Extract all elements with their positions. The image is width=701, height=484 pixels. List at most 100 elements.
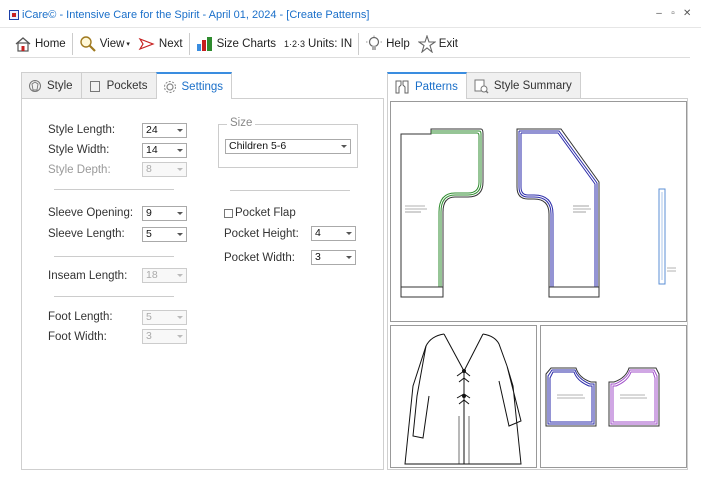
- close-button[interactable]: ✕: [683, 8, 691, 19]
- app-icon: [9, 10, 19, 20]
- garment-sketch-canvas: [404, 333, 522, 465]
- gear-icon: [163, 80, 176, 93]
- garment-sketch-pane: [390, 325, 537, 468]
- chevron-down-icon: [341, 145, 347, 148]
- toolbar: Home View ▾ Next Size Charts 1·2·3 Units…: [10, 30, 690, 58]
- view-button[interactable]: View ▾: [75, 31, 134, 57]
- foot-length-label: Foot Length:: [48, 311, 113, 323]
- style-width-value: 14: [146, 144, 158, 156]
- chevron-down-icon: [346, 232, 352, 235]
- tab-style[interactable]: Style: [21, 72, 82, 98]
- sleeve-opening-select[interactable]: 9: [142, 206, 187, 221]
- divider: [54, 256, 174, 257]
- inseam-length-select[interactable]: 18: [142, 268, 187, 283]
- pocket-piece-left: [545, 367, 597, 427]
- chevron-down-icon: [177, 274, 183, 277]
- size-charts-button[interactable]: Size Charts: [192, 31, 280, 57]
- size-select[interactable]: Children 5-6: [225, 139, 351, 154]
- style-length-label: Style Length:: [48, 124, 116, 136]
- sleeve-opening-label: Sleeve Opening:: [48, 207, 134, 219]
- divider: [54, 296, 174, 297]
- lightbulb-icon: [366, 35, 383, 50]
- view-label: View: [99, 37, 125, 50]
- units-icon: 1·2·3: [284, 38, 306, 49]
- tab-patterns-label: Patterns: [415, 80, 458, 93]
- maximize-button[interactable]: ▫: [669, 8, 677, 19]
- sleeve-pattern-piece: [658, 188, 676, 285]
- pattern-pieces-canvas: [400, 128, 676, 298]
- pocket-pieces-canvas: [545, 367, 660, 427]
- size-chart-icon: [196, 36, 212, 51]
- style-width-select[interactable]: 14: [142, 143, 187, 158]
- pocket-pieces-pane: [540, 325, 687, 468]
- chevron-down-icon: [177, 233, 183, 236]
- pocket-flap-checkbox[interactable]: [224, 209, 233, 218]
- style-depth-select[interactable]: 8: [142, 162, 187, 177]
- magnifier-icon: [79, 35, 96, 52]
- window-controls: – ▫ ✕: [655, 8, 691, 19]
- tab-pockets-label: Pockets: [106, 79, 148, 92]
- chevron-down-icon: [346, 256, 352, 259]
- sleeve-length-select[interactable]: 5: [142, 227, 187, 242]
- tab-settings[interactable]: Settings: [155, 72, 233, 99]
- pocket-height-value: 4: [315, 227, 321, 239]
- style-width-label: Style Width:: [48, 144, 110, 156]
- toolbar-separator: [71, 32, 73, 55]
- inseam-length-value: 18: [146, 269, 158, 281]
- back-pattern-piece: [516, 128, 600, 298]
- tab-settings-label: Settings: [181, 80, 224, 93]
- help-button[interactable]: Help: [361, 31, 414, 57]
- window-title: iCare© - Intensive Care for the Spirit -…: [22, 9, 370, 21]
- foot-length-select[interactable]: 5: [142, 310, 187, 325]
- help-label: Help: [386, 37, 410, 50]
- divider: [230, 190, 350, 191]
- tab-style-label: Style: [47, 79, 73, 92]
- minimize-button[interactable]: –: [655, 8, 663, 19]
- chevron-down-icon: [177, 335, 183, 338]
- style-summary-icon: [474, 79, 489, 93]
- style-length-value: 24: [146, 124, 158, 136]
- front-pattern-piece: [400, 128, 484, 298]
- pocket-height-select[interactable]: 4: [311, 226, 356, 241]
- style-depth-label: Style Depth:: [48, 164, 111, 176]
- size-group-legend: Size: [227, 117, 256, 129]
- home-button[interactable]: Home: [10, 31, 70, 57]
- pattern-pieces-pane: [390, 101, 687, 322]
- pocket-flap-label: Pocket Flap: [235, 207, 296, 219]
- right-tab-strip: Patterns Style Summary: [387, 72, 581, 99]
- pocket-width-select[interactable]: 3: [311, 250, 356, 265]
- exit-label: Exit: [438, 37, 458, 50]
- tab-patterns[interactable]: Patterns: [387, 72, 467, 99]
- chevron-down-icon: [177, 149, 183, 152]
- style-icon: [29, 79, 41, 92]
- sleeve-length-label: Sleeve Length:: [48, 228, 125, 240]
- inseam-length-label: Inseam Length:: [48, 270, 128, 282]
- tab-style-summary[interactable]: Style Summary: [465, 72, 581, 98]
- units-label: Units: IN: [308, 37, 353, 50]
- chevron-down-icon: [177, 168, 183, 171]
- toolbar-separator: [188, 32, 190, 55]
- chevron-down-icon: ▾: [126, 40, 130, 48]
- divider: [54, 189, 174, 190]
- left-tab-strip: Style Pockets Settings: [21, 72, 233, 99]
- patterns-panel: [387, 98, 688, 470]
- units-button[interactable]: 1·2·3 Units: IN: [280, 31, 356, 57]
- pocket-piece-right: [608, 367, 660, 427]
- style-depth-value: 8: [146, 163, 152, 175]
- sleeve-opening-value: 9: [146, 207, 152, 219]
- tab-style-summary-label: Style Summary: [493, 79, 572, 92]
- style-length-select[interactable]: 24: [142, 123, 187, 138]
- chevron-down-icon: [177, 316, 183, 319]
- foot-width-label: Foot Width:: [48, 331, 107, 343]
- sleeve-length-value: 5: [146, 228, 152, 240]
- next-button[interactable]: Next: [134, 31, 187, 57]
- tab-pockets[interactable]: Pockets: [80, 72, 157, 98]
- next-label: Next: [158, 37, 183, 50]
- foot-length-value: 5: [146, 311, 152, 323]
- size-charts-label: Size Charts: [216, 37, 277, 50]
- exit-button[interactable]: Exit: [414, 31, 462, 57]
- pattern-pieces-icon: [395, 80, 409, 93]
- home-label: Home: [35, 37, 66, 50]
- foot-width-select[interactable]: 3: [142, 329, 187, 344]
- pocket-width-value: 3: [315, 251, 321, 263]
